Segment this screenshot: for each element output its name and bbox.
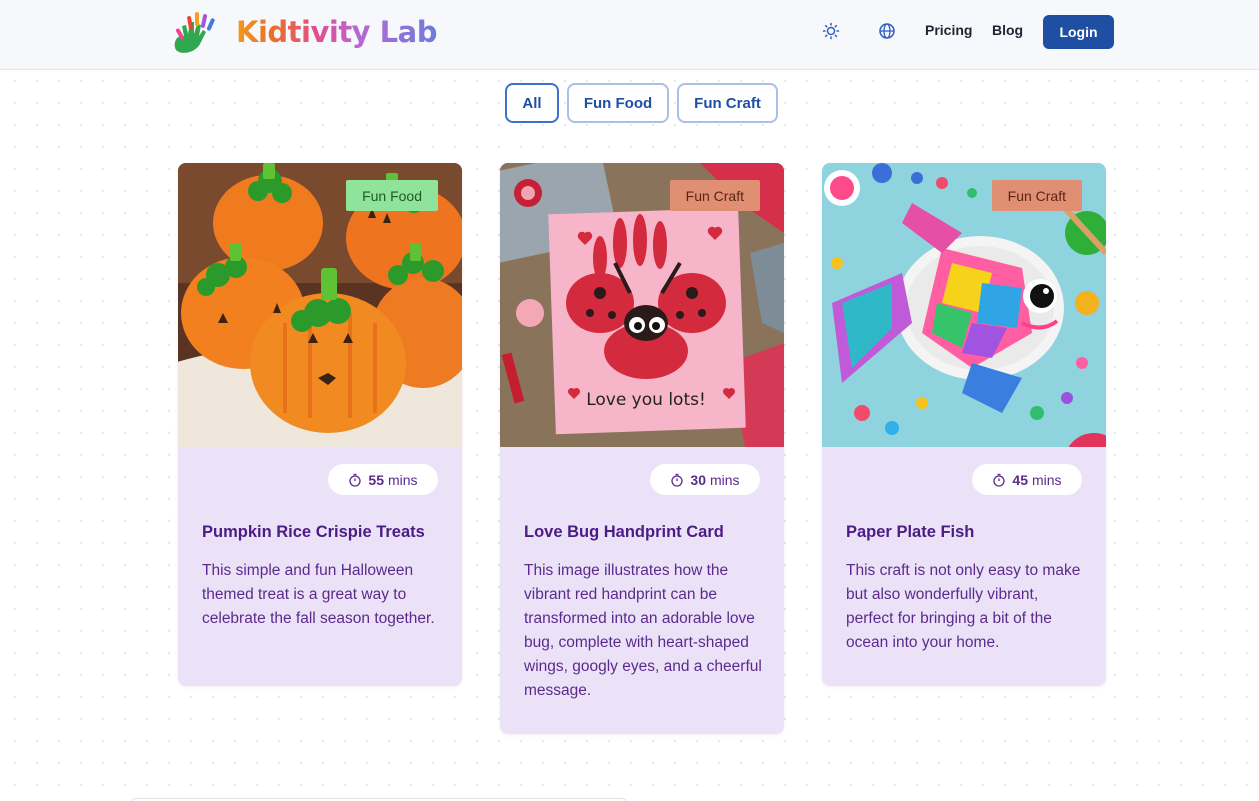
- sun-icon: [822, 22, 840, 40]
- card-description: This craft is not only easy to make but …: [846, 562, 1081, 651]
- card-image-caption: Love you lots!: [586, 390, 706, 410]
- timer-icon: [671, 473, 684, 487]
- theme-toggle-button[interactable]: [820, 20, 842, 42]
- language-button[interactable]: [876, 20, 898, 42]
- timer-icon: [993, 473, 1006, 487]
- filter-fun-food-button[interactable]: Fun Food: [567, 83, 669, 123]
- duration-unit: mins: [710, 471, 740, 488]
- activity-card-pumpkin[interactable]: Fun Food 55 mins Pumpkin Rice Crispie Tr…: [178, 163, 462, 686]
- duration-value: 55: [368, 471, 384, 488]
- brand-logo[interactable]: Kidtivity Lab: [168, 8, 438, 56]
- card-image-love-bug: Love you lots! Fun Craft: [500, 163, 784, 447]
- handprint-logo-icon: [174, 12, 215, 53]
- timer-icon: [349, 473, 362, 487]
- filter-fun-craft-button[interactable]: Fun Craft: [677, 83, 778, 123]
- card-description: This image illustrates how the vibrant r…: [524, 562, 762, 699]
- duration-unit: mins: [388, 471, 418, 488]
- activity-card-love-bug[interactable]: Love you lots! Fun Craft 30 mins Love Bu…: [500, 163, 784, 734]
- category-badge: Fun Craft: [991, 180, 1082, 211]
- card-title: Love Bug Handprint Card: [524, 523, 724, 541]
- activity-card-paper-plate-fish[interactable]: Fun Craft 45 mins Paper Plate Fish This …: [822, 163, 1106, 686]
- category-badge: Fun Craft: [669, 180, 760, 211]
- card-description: This simple and fun Halloween themed tre…: [202, 562, 435, 627]
- card-title: Paper Plate Fish: [846, 523, 975, 541]
- card-image-paper-plate-fish: Fun Craft: [822, 163, 1106, 447]
- top-header: Kidtivity Lab Pricing Blog Login: [0, 0, 1259, 70]
- category-badge: Fun Food: [346, 180, 438, 211]
- duration-value: 45: [1012, 471, 1028, 488]
- globe-icon: [879, 23, 895, 39]
- duration-value: 30: [690, 471, 706, 488]
- card-image-pumpkin-treats: Fun Food: [178, 163, 462, 447]
- duration-unit: mins: [1032, 471, 1062, 488]
- duration-pill: 30 mins: [650, 464, 760, 495]
- duration-pill: 45 mins: [972, 464, 1082, 495]
- duration-pill: 55 mins: [328, 464, 438, 495]
- login-button[interactable]: Login: [1043, 15, 1114, 49]
- card-title: Pumpkin Rice Crispie Treats: [202, 523, 425, 541]
- filter-all-button[interactable]: All: [505, 83, 559, 123]
- nav-blog-link[interactable]: Blog: [992, 22, 1023, 38]
- nav-pricing-link[interactable]: Pricing: [925, 22, 972, 38]
- brand-name: Kidtivity Lab: [236, 15, 438, 49]
